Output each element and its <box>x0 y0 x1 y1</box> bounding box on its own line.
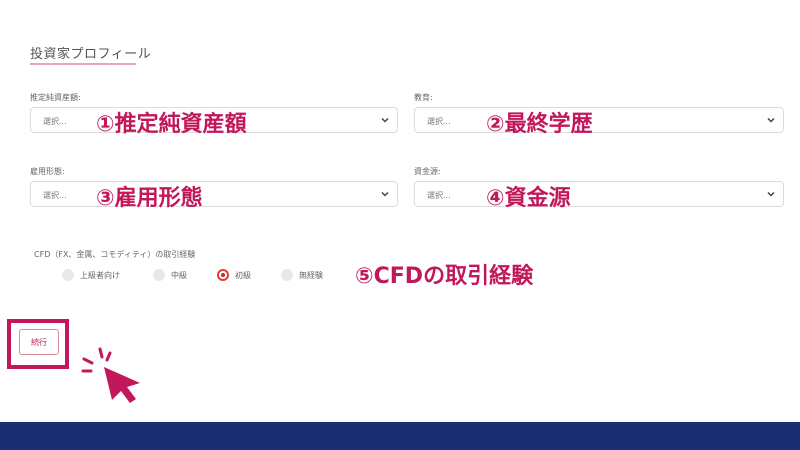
employment-select[interactable]: 選択... <box>30 181 398 207</box>
radio-beginner-label: 初級 <box>235 271 251 280</box>
employment-select-value: 選択... <box>43 191 67 200</box>
radio-advanced-label: 上級者向け <box>80 271 120 280</box>
source-of-funds-label: 資金源: <box>414 167 441 176</box>
education-label: 教育: <box>414 93 433 102</box>
callout-source-of-funds: ④資金源 <box>486 186 571 211</box>
callout-employment: ③雇用形態 <box>96 186 203 211</box>
section-title: 投資家プロフィール <box>30 47 152 62</box>
chevron-down-icon <box>767 191 775 197</box>
callout-education: ②最終学歴 <box>486 112 593 137</box>
net-worth-select-value: 選択... <box>43 117 67 126</box>
callout-cfd-experience: ⑤CFDの取引経験 <box>355 264 534 289</box>
radio-beginner[interactable] <box>217 269 229 281</box>
radio-no-experience-label: 無経験 <box>299 271 323 280</box>
source-of-funds-select[interactable]: 選択... <box>414 181 784 207</box>
continue-button[interactable]: 続行 <box>19 329 59 355</box>
radio-advanced[interactable] <box>62 269 74 281</box>
radio-intermediate[interactable] <box>153 269 165 281</box>
radio-intermediate-label: 中級 <box>171 271 187 280</box>
chevron-down-icon <box>381 191 389 197</box>
education-select-value: 選択... <box>427 117 451 126</box>
chevron-down-icon <box>381 117 389 123</box>
net-worth-label: 推定純資産額: <box>30 93 81 102</box>
callout-net-worth: ①推定純資産額 <box>96 112 247 137</box>
education-select[interactable]: 選択... <box>414 107 784 133</box>
source-of-funds-select-value: 選択... <box>427 191 451 200</box>
radio-no-experience[interactable] <box>281 269 293 281</box>
chevron-down-icon <box>767 117 775 123</box>
cfd-experience-label: CFD（FX、金属、コモディティ）の取引経験 <box>34 250 196 259</box>
click-cursor-icon <box>81 347 140 403</box>
footer-bar <box>0 422 800 450</box>
section-title-underline <box>30 63 136 65</box>
employment-label: 雇用形態: <box>30 167 65 176</box>
